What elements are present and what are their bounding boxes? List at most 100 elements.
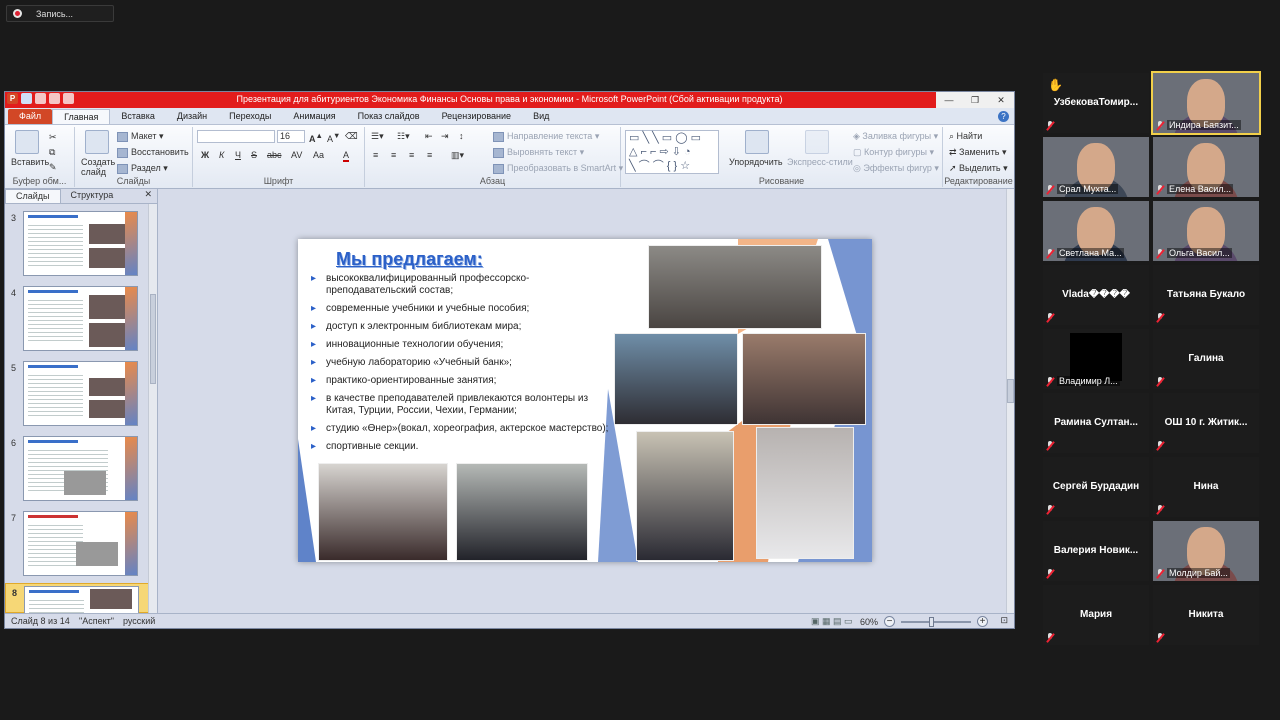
italic-button[interactable]: К bbox=[219, 150, 224, 160]
editor-scrollbar[interactable] bbox=[1006, 189, 1014, 613]
find-button[interactable]: ⌕ Найти bbox=[949, 131, 982, 142]
tab-transitions[interactable]: Переходы bbox=[218, 109, 282, 124]
tab-design[interactable]: Дизайн bbox=[166, 109, 218, 124]
participant-tile[interactable]: Владимир Л... bbox=[1043, 329, 1149, 389]
participant-tile[interactable]: Нина bbox=[1153, 457, 1259, 517]
numbering-icon[interactable]: ☷▾ bbox=[397, 131, 410, 142]
shape-outline-button[interactable]: ▢ Контур фигуры ▾ bbox=[853, 147, 934, 158]
participant-tile[interactable]: Рамина Султан... bbox=[1043, 393, 1149, 453]
font-color-button[interactable]: A bbox=[343, 150, 350, 162]
participant-tile[interactable]: Молдир Бай... bbox=[1153, 521, 1259, 581]
align-right-icon[interactable]: ≡ bbox=[409, 150, 414, 160]
line-spacing-icon[interactable]: ↕ bbox=[459, 131, 464, 141]
tab-view[interactable]: Вид bbox=[522, 109, 560, 124]
close-button[interactable]: ✕ bbox=[988, 92, 1014, 108]
tab-slides[interactable]: Слайды bbox=[5, 189, 61, 203]
help-icon[interactable]: ? bbox=[998, 111, 1009, 122]
tab-file[interactable]: Файл bbox=[8, 109, 53, 124]
section-button[interactable]: Раздел ▾ bbox=[117, 163, 168, 174]
paste-button[interactable]: Вставить bbox=[11, 157, 49, 167]
slide-thumbnail[interactable]: 4 bbox=[5, 284, 149, 354]
participant-tile[interactable]: Индира Баязит... bbox=[1151, 71, 1261, 135]
shape-fill-button[interactable]: ◈ Заливка фигуры ▾ bbox=[853, 131, 938, 142]
theme-name[interactable]: "Аспект" bbox=[79, 616, 114, 626]
participant-tile[interactable]: Мария bbox=[1043, 585, 1149, 645]
slide-thumbnail[interactable]: 7 bbox=[5, 509, 149, 579]
tab-insert[interactable]: Вставка bbox=[110, 109, 165, 124]
layout-button[interactable]: Макет ▾ bbox=[117, 131, 164, 142]
replace-button[interactable]: ⇄ Заменить ▾ bbox=[949, 147, 1007, 158]
scroll-thumb[interactable] bbox=[150, 294, 156, 384]
slide-thumbnail-selected[interactable]: 8 bbox=[5, 583, 149, 614]
increase-indent-icon[interactable]: ⇥ bbox=[441, 131, 449, 142]
slide-thumbnail[interactable]: 5 bbox=[5, 359, 149, 429]
participant-tile[interactable]: Ольга Васил... bbox=[1153, 201, 1259, 261]
font-family-field[interactable] bbox=[197, 130, 275, 143]
language[interactable]: русский bbox=[123, 616, 155, 626]
zoom-out-button[interactable]: − bbox=[884, 616, 895, 627]
slide-bullets[interactable]: высококвалифицированный профессорско-пре… bbox=[310, 273, 610, 459]
underline-button[interactable]: Ч bbox=[235, 150, 241, 160]
participant-tile[interactable]: ОШ 10 г. Житик... bbox=[1153, 393, 1259, 453]
select-button[interactable]: ➚ Выделить ▾ bbox=[949, 163, 1008, 174]
participant-tile[interactable]: Татьяна Букало bbox=[1153, 265, 1259, 325]
tab-home[interactable]: Главная bbox=[52, 109, 111, 124]
copy-icon[interactable]: ⧉ bbox=[49, 147, 55, 158]
participant-tile[interactable]: Валерия Новик... bbox=[1043, 521, 1149, 581]
participant-tile[interactable]: Елена Васил... bbox=[1153, 137, 1259, 197]
participant-tile[interactable]: Никита bbox=[1153, 585, 1259, 645]
close-pane-icon[interactable]: ✕ bbox=[139, 189, 157, 203]
participant-tile[interactable]: Светлана Ма... bbox=[1043, 201, 1149, 261]
shape-effects-button[interactable]: ◎ Эффекты фигур ▾ bbox=[853, 163, 939, 174]
align-center-icon[interactable]: ≡ bbox=[391, 150, 396, 160]
columns-icon[interactable]: ▥▾ bbox=[451, 150, 464, 161]
participant-tile[interactable]: Галина bbox=[1153, 329, 1259, 389]
quick-styles-button[interactable]: Экспресс-стили bbox=[787, 157, 853, 167]
decrease-indent-icon[interactable]: ⇤ bbox=[425, 131, 433, 142]
tab-slide-show[interactable]: Показ слайдов bbox=[347, 109, 431, 124]
view-buttons[interactable]: ▣ ▦ ▤ ▭ bbox=[811, 616, 853, 627]
tab-outline[interactable]: Структура bbox=[61, 189, 124, 203]
maximize-button[interactable]: ❐ bbox=[962, 92, 988, 108]
format-painter-icon[interactable]: ✎ bbox=[49, 162, 57, 173]
participant-tile[interactable]: Сергей Бурдадин bbox=[1043, 457, 1149, 517]
shrink-font-icon[interactable]: A▼ bbox=[327, 131, 340, 144]
zoom-slider-thumb[interactable] bbox=[929, 616, 934, 627]
slides-pane-scrollbar[interactable] bbox=[148, 204, 157, 613]
slide-title[interactable]: Мы предлагаем: bbox=[336, 249, 483, 270]
tab-review[interactable]: Рецензирование bbox=[431, 109, 523, 124]
current-slide[interactable]: Мы предлагаем: высококвалифицированный п… bbox=[298, 239, 872, 562]
new-slide-button[interactable]: Создать слайд bbox=[81, 157, 117, 177]
grow-font-icon[interactable]: A▲ bbox=[309, 131, 323, 144]
slide-thumbnail[interactable]: 3 bbox=[5, 209, 149, 279]
fit-to-window-icon[interactable]: ⊡ bbox=[1000, 615, 1008, 626]
slide-thumbnail[interactable]: 6 bbox=[5, 434, 149, 504]
arrange-button[interactable]: Упорядочить bbox=[729, 157, 783, 167]
clear-format-icon[interactable]: ⌫ bbox=[345, 131, 358, 142]
strike-button[interactable]: S bbox=[251, 150, 257, 160]
scroll-thumb[interactable] bbox=[1007, 379, 1014, 403]
text-direction-button[interactable]: Направление текста ▾ bbox=[493, 131, 599, 142]
zoom-level[interactable]: 60% bbox=[860, 617, 878, 627]
zoom-slider[interactable] bbox=[901, 616, 971, 627]
shadow-button[interactable]: abc bbox=[267, 150, 282, 160]
smartart-button[interactable]: Преобразовать в SmartArt ▾ bbox=[493, 163, 623, 174]
recording-indicator[interactable]: Запись... bbox=[6, 5, 114, 22]
participant-tile[interactable]: Срал Мухта... bbox=[1043, 137, 1149, 197]
cut-icon[interactable]: ✂ bbox=[49, 132, 57, 143]
minimize-button[interactable]: — bbox=[936, 92, 962, 108]
participant-tile[interactable]: УзбековаТомир... ✋ bbox=[1043, 73, 1149, 133]
bullets-icon[interactable]: ☰▾ bbox=[371, 131, 384, 142]
reset-button[interactable]: Восстановить bbox=[117, 147, 189, 158]
align-text-button[interactable]: Выровнять текст ▾ bbox=[493, 147, 584, 158]
tab-animation[interactable]: Анимация bbox=[282, 109, 346, 124]
shapes-gallery[interactable]: ▭ ╲ ╲ ▭ ◯ ▭ △ ⌐ ⌐ ⇨ ⇩ ◔ ╲ ⌒ ⌒ { } ☆ bbox=[625, 130, 719, 174]
char-spacing-button[interactable]: AV bbox=[291, 150, 302, 160]
font-size-field[interactable]: 16 bbox=[277, 130, 305, 143]
zoom-in-button[interactable]: + bbox=[977, 616, 988, 627]
change-case-button[interactable]: Aa bbox=[313, 150, 324, 160]
participant-tile[interactable]: Vlada���� bbox=[1043, 265, 1149, 325]
justify-icon[interactable]: ≡ bbox=[427, 150, 432, 160]
align-left-icon[interactable]: ≡ bbox=[373, 150, 378, 160]
bold-button[interactable]: Ж bbox=[201, 150, 209, 160]
